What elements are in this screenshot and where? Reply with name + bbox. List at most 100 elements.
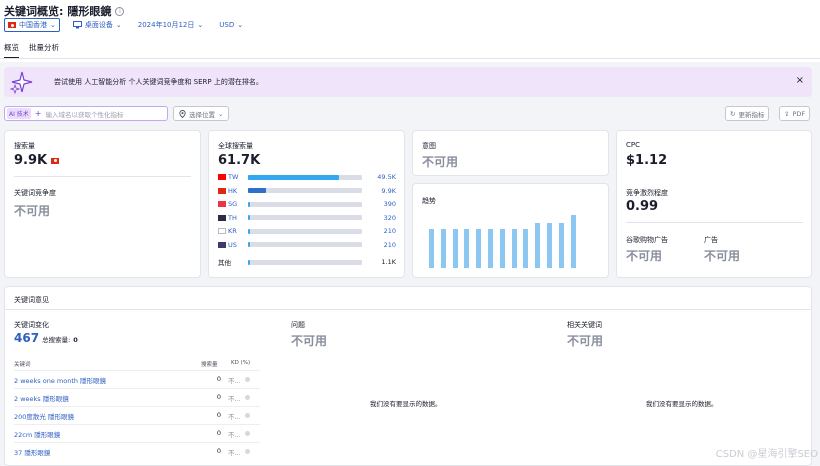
competition-label: 竞争激烈程度 [626, 189, 668, 197]
country-volume[interactable]: 9.9K [362, 187, 396, 195]
cpc-card: CPC $1.12 竞争激烈程度 0.99 谷歌购物广告 不可用 广告 不可用 [616, 130, 812, 278]
location-label: 选择位置 [189, 110, 215, 119]
cpc-value: $1.12 [626, 153, 668, 168]
database-label: 中国香港 [19, 21, 47, 29]
domain-input[interactable]: AI 技术 + 输入域名以获取个性化指标 [4, 106, 168, 121]
banner-text: 尝试使用 人工智能分析 个人关键词竞争度和 SERP 上的潜在排名。 [54, 78, 263, 86]
related-empty-state: 我们没有要显示的数据。 [646, 400, 718, 408]
keyword-link[interactable]: 37 隱形眼鏡 [14, 447, 50, 457]
country-row: 其他 1.1K [218, 257, 396, 267]
chevron-down-icon: ⌄ [50, 21, 56, 29]
country-list: TW 49.5K HK 9.9K SG 390 TH 320 KR 210 US 210 其他 1.1K [218, 172, 398, 272]
shopping-ads-value: 不可用 [626, 249, 663, 263]
variations-count[interactable]: 467 [14, 331, 39, 345]
refresh-metrics-button[interactable]: ↻ 更新指标 [725, 106, 770, 121]
share-bar-fill [248, 228, 250, 234]
country-row: TW 49.5K [218, 172, 396, 182]
device-select[interactable]: 桌面设备 ⌄ [70, 19, 125, 31]
competition-value: 0.99 [626, 199, 659, 214]
related-value: 不可用 [567, 334, 604, 348]
keyword-ideas-title: 关键词意见 [14, 296, 49, 304]
country-code: KR [228, 227, 237, 235]
column-keyword: 关键词 [14, 362, 31, 368]
watermark: CSDN @星海引擎SEO [715, 449, 818, 460]
kd-indicator-icon [245, 377, 250, 382]
desktop-icon [72, 21, 82, 29]
share-bar-fill [248, 174, 340, 180]
trend-bar [488, 228, 493, 268]
tab-overview[interactable]: 概览 [4, 42, 19, 59]
volume-value-row: 9.9K [14, 153, 60, 168]
keyword-kd: 不... [228, 395, 241, 403]
country-volume[interactable]: 210 [362, 241, 396, 249]
ads-label: 广告 [704, 236, 718, 244]
top-bar: 关键词概览: 隱形眼鏡 i 中国香港 ⌄ 桌面设备 ⌄ 2024年10月12日 … [0, 0, 820, 62]
ads-value: 不可用 [704, 249, 741, 263]
country-code: 其他 [218, 259, 231, 267]
share-bar [248, 242, 362, 247]
country-volume[interactable]: 390 [362, 200, 396, 208]
trend-label: 趋势 [422, 197, 436, 205]
share-bar [248, 201, 362, 207]
keyword-link[interactable]: 2 weeks 隱形眼鏡 [14, 393, 69, 403]
refresh-icon: ↻ [730, 109, 736, 118]
close-icon[interactable]: × [796, 75, 804, 86]
date-select[interactable]: 2024年10月12日 ⌄ [135, 19, 207, 31]
location-select[interactable]: 选择位置 ⌄ [173, 106, 230, 121]
trend-bar [452, 228, 458, 268]
keyword-volume: 0 [216, 411, 221, 419]
trend-bar [558, 223, 564, 268]
database-select[interactable]: 中国香港 ⌄ [4, 18, 60, 32]
trend-bar [535, 223, 541, 268]
plus-icon: + [34, 109, 42, 118]
trend-bar [523, 228, 529, 268]
kd-indicator-icon [245, 395, 250, 400]
ai-banner: 尝试使用 人工智能分析 个人关键词竞争度和 SERP 上的潜在排名。 × [4, 67, 812, 97]
currency-select[interactable]: USD ⌄ [216, 20, 246, 30]
chevron-down-icon: ⌄ [197, 21, 204, 29]
title-keyword: 隱形眼鏡 [67, 5, 112, 18]
trend-bar [511, 228, 517, 268]
flag-icon [218, 201, 226, 207]
keyword-volume: 0 [216, 393, 221, 401]
country-row: US 210 [218, 240, 396, 250]
table-row: 22cm 隱形眼鏡 0 不... [14, 424, 260, 442]
keyword-link[interactable]: 22cm 隱形眼鏡 [14, 429, 60, 439]
volume-card: 搜索量 9.9K 关键词竞争度 不可用 [4, 130, 201, 278]
total-volume-label: 总搜索量: [42, 336, 71, 344]
flag-icon [218, 228, 226, 234]
trend-bar [499, 228, 505, 268]
questions-label: 问题 [291, 321, 305, 329]
tab-bar: 概览 批量分析 [4, 42, 59, 59]
country-volume: 1.1K [381, 258, 396, 266]
hk-flag-icon [8, 22, 16, 28]
chevron-down-icon: ⌄ [218, 109, 224, 118]
share-bar-fill [248, 215, 250, 220]
country-row: SG 390 [218, 199, 396, 209]
share-bar-fill [248, 188, 267, 193]
trend-chart [429, 212, 597, 268]
related-label: 相关关键词 [567, 321, 602, 329]
tab-bulk-analysis[interactable]: 批量分析 [29, 42, 59, 59]
flag-icon [218, 241, 226, 248]
device-label: 桌面设备 [84, 21, 113, 29]
flag-icon [218, 174, 226, 180]
questions-value: 不可用 [291, 334, 328, 348]
variations-summary: 467 总搜索量: 0 [14, 331, 78, 345]
country-code: TW [228, 173, 239, 181]
trend-bar [570, 214, 576, 268]
chevron-down-icon: ⌄ [115, 21, 122, 29]
country-volume[interactable]: 210 [362, 227, 396, 235]
share-bar-fill [248, 201, 250, 207]
country-row: KR 210 [218, 226, 396, 236]
export-pdf-button[interactable]: ⇪ PDF [779, 106, 811, 121]
table-row: 2 weeks one month 隱形眼鏡 0 不... [14, 370, 260, 388]
country-volume[interactable]: 49.5K [362, 173, 396, 181]
keyword-link[interactable]: 2 weeks one month 隱形眼鏡 [14, 375, 106, 385]
keyword-link[interactable]: 200度散光 隱形眼鏡 [14, 411, 74, 421]
country-volume[interactable]: 320 [362, 214, 396, 222]
info-icon[interactable]: i [115, 6, 125, 16]
share-bar [248, 174, 362, 180]
hk-flag-icon [51, 157, 60, 164]
keyword-kd: 不... [228, 413, 241, 421]
